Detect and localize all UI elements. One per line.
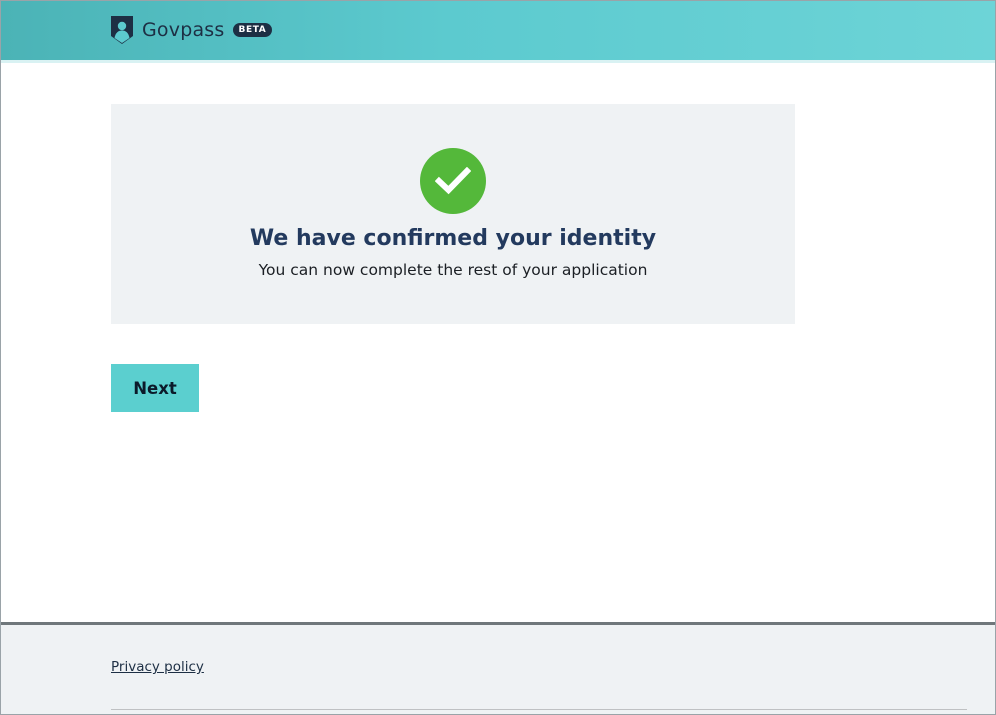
- site-header: Govpass BETA: [1, 1, 995, 60]
- confirmation-subtitle: You can now complete the rest of your ap…: [258, 261, 648, 279]
- footer-divider: [111, 709, 967, 710]
- next-button[interactable]: Next: [111, 364, 199, 412]
- privacy-policy-link[interactable]: Privacy policy: [111, 659, 204, 675]
- brand-logo[interactable]: Govpass BETA: [110, 15, 273, 45]
- beta-badge: BETA: [232, 23, 273, 37]
- check-circle-icon: [420, 148, 486, 214]
- checkmark-icon: [435, 167, 471, 195]
- confirmation-title: We have confirmed your identity: [249, 226, 657, 251]
- page: Govpass BETA We have confirmed your iden…: [0, 0, 996, 715]
- confirmation-panel: We have confirmed your identity You can …: [111, 104, 795, 324]
- shield-person-icon: [111, 16, 133, 44]
- site-footer: Privacy policy: [1, 622, 995, 714]
- header-rule: [1, 60, 995, 63]
- brand-name: Govpass: [142, 19, 225, 41]
